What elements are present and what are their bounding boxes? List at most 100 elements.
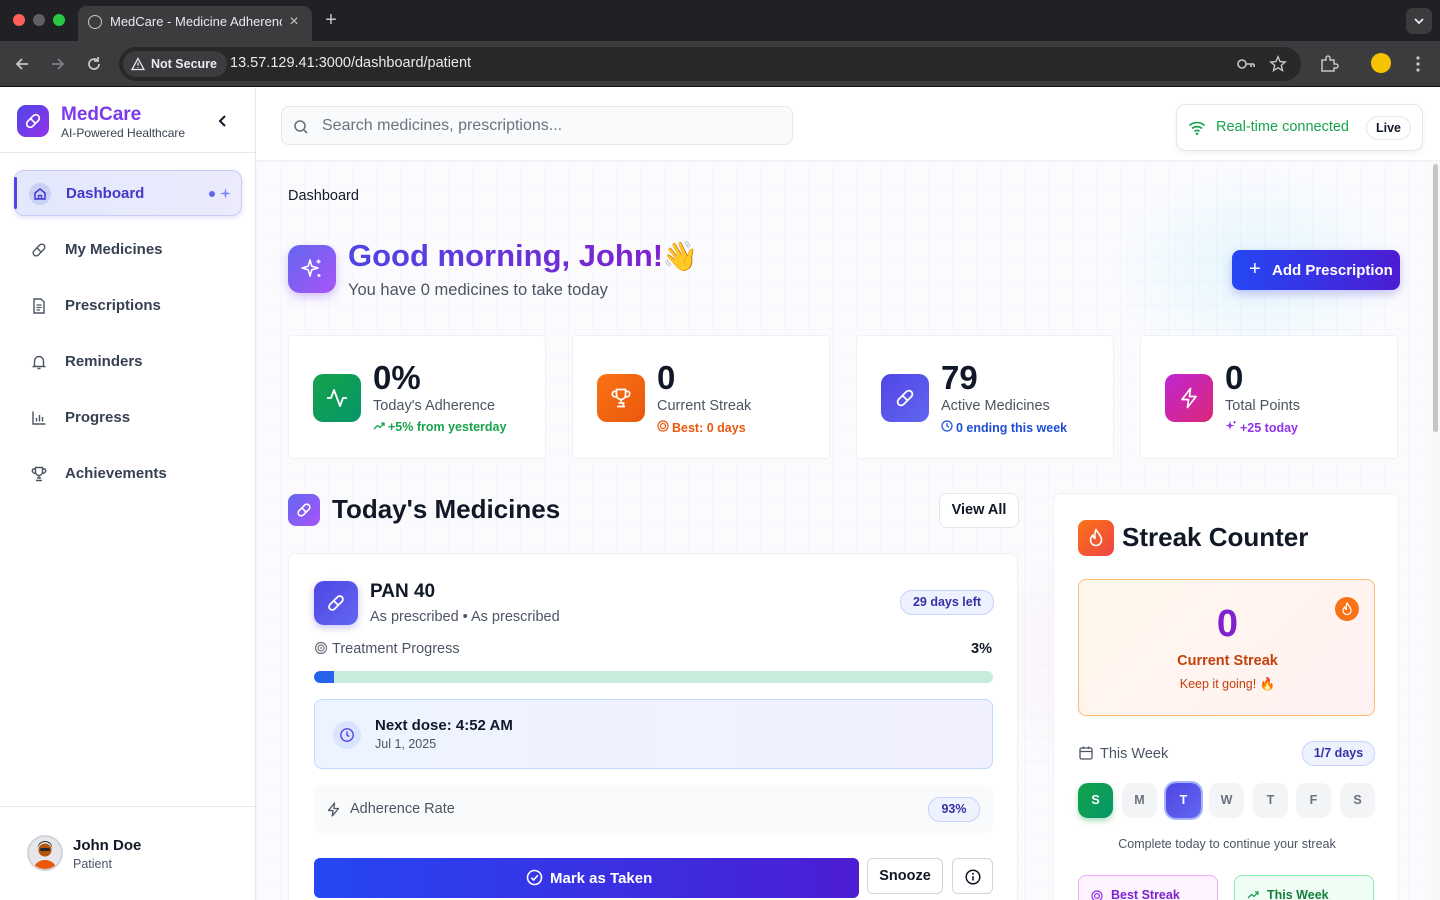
reload-button[interactable] (82, 52, 106, 76)
stat-trend: 0 ending this week (941, 420, 1067, 435)
day-friday: F (1296, 783, 1331, 818)
security-indicator[interactable]: Not Secure (123, 51, 227, 77)
sidebar-item-prescriptions[interactable]: Prescriptions (14, 283, 242, 329)
top-header: Real-time connected Live (256, 88, 1440, 161)
adherence-rate-label: Adherence Rate (350, 801, 455, 817)
stat-value: 0% (373, 359, 421, 396)
plus-icon: + (1249, 258, 1261, 280)
waving-hand-emoji: 👋 (662, 241, 699, 273)
stat-trend-text: +5% from yesterday (388, 420, 507, 434)
stat-trend-text: Best: 0 days (672, 421, 746, 435)
streak-hint: Complete today to continue your streak (1118, 837, 1336, 851)
browser-toolbar: Not Secure 13.57.129.41:3000/dashboard/p… (0, 41, 1440, 87)
sidebar-item-label: Reminders (65, 353, 143, 370)
active-dot (209, 191, 215, 197)
info-button[interactable] (952, 858, 993, 894)
extensions-icon[interactable] (1318, 53, 1340, 75)
sparkle-icon (1225, 420, 1237, 435)
snooze-button[interactable]: Snooze (867, 858, 943, 894)
add-prescription-label: Add Prescription (1272, 262, 1393, 279)
forward-button[interactable] (46, 52, 70, 76)
tab-search-button[interactable] (1406, 8, 1432, 34)
user-profile[interactable]: John Doe Patient (0, 806, 255, 900)
sidebar-divider (0, 152, 255, 153)
this-week-label: This Week (1078, 745, 1168, 762)
search-input[interactable] (322, 115, 772, 137)
add-prescription-button[interactable]: + Add Prescription (1232, 250, 1400, 290)
stat-value: 79 (941, 359, 978, 396)
new-tab-button[interactable]: + (320, 9, 342, 31)
wifi-icon (1188, 121, 1206, 136)
this-week-card-label: This Week (1267, 888, 1329, 900)
view-all-button[interactable]: View All (939, 493, 1019, 528)
flame-badge (1078, 520, 1114, 556)
greeting-title: Good morning, John! (348, 238, 664, 273)
this-week-card: This Week (1234, 875, 1374, 900)
home-icon (29, 183, 51, 205)
sidebar-item-dashboard[interactable]: Dashboard (14, 170, 242, 216)
stat-label: Current Streak (657, 398, 752, 414)
stat-card-total-points: 0 Total Points +25 today (1140, 335, 1398, 459)
search-box[interactable] (281, 106, 793, 145)
stat-trend: +25 today (1225, 420, 1298, 435)
sidebar-item-label: Progress (65, 409, 131, 426)
medicine-card: PAN 40 As prescribed • As prescribed 29 … (288, 553, 1018, 900)
sidebar-item-achievements[interactable]: Achievements (14, 451, 242, 497)
sidebar-item-my-medicines[interactable]: My Medicines (14, 227, 242, 273)
back-button[interactable] (10, 52, 34, 76)
day-thursday: T (1253, 783, 1288, 818)
collapse-sidebar-button[interactable] (214, 112, 232, 130)
day-tuesday: T (1166, 783, 1201, 818)
streak-title: Streak Counter (1122, 522, 1309, 552)
trending-up-icon (1247, 891, 1259, 899)
pill-icon (25, 113, 41, 129)
stat-label: Today's Adherence (373, 398, 496, 414)
avatar (27, 835, 63, 871)
trending-up-icon (373, 420, 385, 434)
day-wednesday: W (1209, 783, 1244, 818)
medicine-name: PAN 40 (370, 581, 436, 602)
current-streak-panel: 0 Current Streak Keep it going! 🔥 (1078, 579, 1375, 716)
next-dose-time: Next dose: 4:52 AM (375, 717, 513, 734)
sidebar-item-progress[interactable]: Progress (14, 395, 242, 441)
sidebar-item-label: My Medicines (65, 241, 163, 258)
main-content: Real-time connected Live Dashboard Good … (256, 88, 1440, 900)
calendar-icon (1078, 745, 1094, 761)
lightning-icon (1165, 374, 1213, 422)
trophy-icon (597, 374, 645, 422)
brand-name: MedCare (61, 104, 142, 125)
sidebar-item-reminders[interactable]: Reminders (14, 339, 242, 385)
mark-as-taken-button[interactable]: Mark as Taken (314, 858, 859, 898)
more-menu-icon[interactable] (1407, 53, 1429, 75)
mark-as-taken-label: Mark as Taken (550, 870, 653, 887)
current-streak-subtext: Keep it going! 🔥 (1179, 677, 1276, 691)
window-maximize-button[interactable] (53, 14, 65, 26)
day-monday: M (1122, 783, 1157, 818)
profile-avatar[interactable] (1371, 53, 1391, 73)
activity-icon (313, 374, 361, 422)
window-minimize-button[interactable] (33, 14, 45, 26)
brand-logo (17, 105, 49, 137)
bookmark-star-icon[interactable] (1269, 55, 1287, 73)
this-week-text: This Week (1100, 746, 1169, 762)
stat-label: Total Points (1225, 398, 1300, 414)
connection-status-text: Real-time connected (1216, 119, 1349, 135)
browser-tab[interactable]: MedCare - Medicine Adherence × (78, 6, 312, 41)
target-icon (314, 641, 328, 655)
window-close-button[interactable] (13, 14, 25, 26)
section-title: Today's Medicines (332, 494, 561, 524)
password-key-icon[interactable] (1236, 55, 1255, 73)
tab-close-icon[interactable]: × (284, 12, 304, 32)
live-badge: Live (1366, 116, 1411, 140)
sidebar: MedCare AI-Powered Healthcare Dashboard … (0, 88, 256, 900)
tab-title: MedCare - Medicine Adherence (110, 14, 282, 29)
best-streak-card: Best Streak (1078, 875, 1218, 900)
warning-icon (131, 57, 145, 71)
stat-value: 0 (1225, 359, 1244, 396)
best-streak-label: Best Streak (1111, 888, 1180, 900)
scrollbar-thumb[interactable] (1433, 164, 1438, 432)
clock-icon (333, 721, 361, 749)
address-bar[interactable]: Not Secure 13.57.129.41:3000/dashboard/p… (119, 47, 1301, 81)
arrow-right-icon (52, 58, 65, 70)
treatment-progress-text: Treatment Progress (332, 641, 460, 657)
